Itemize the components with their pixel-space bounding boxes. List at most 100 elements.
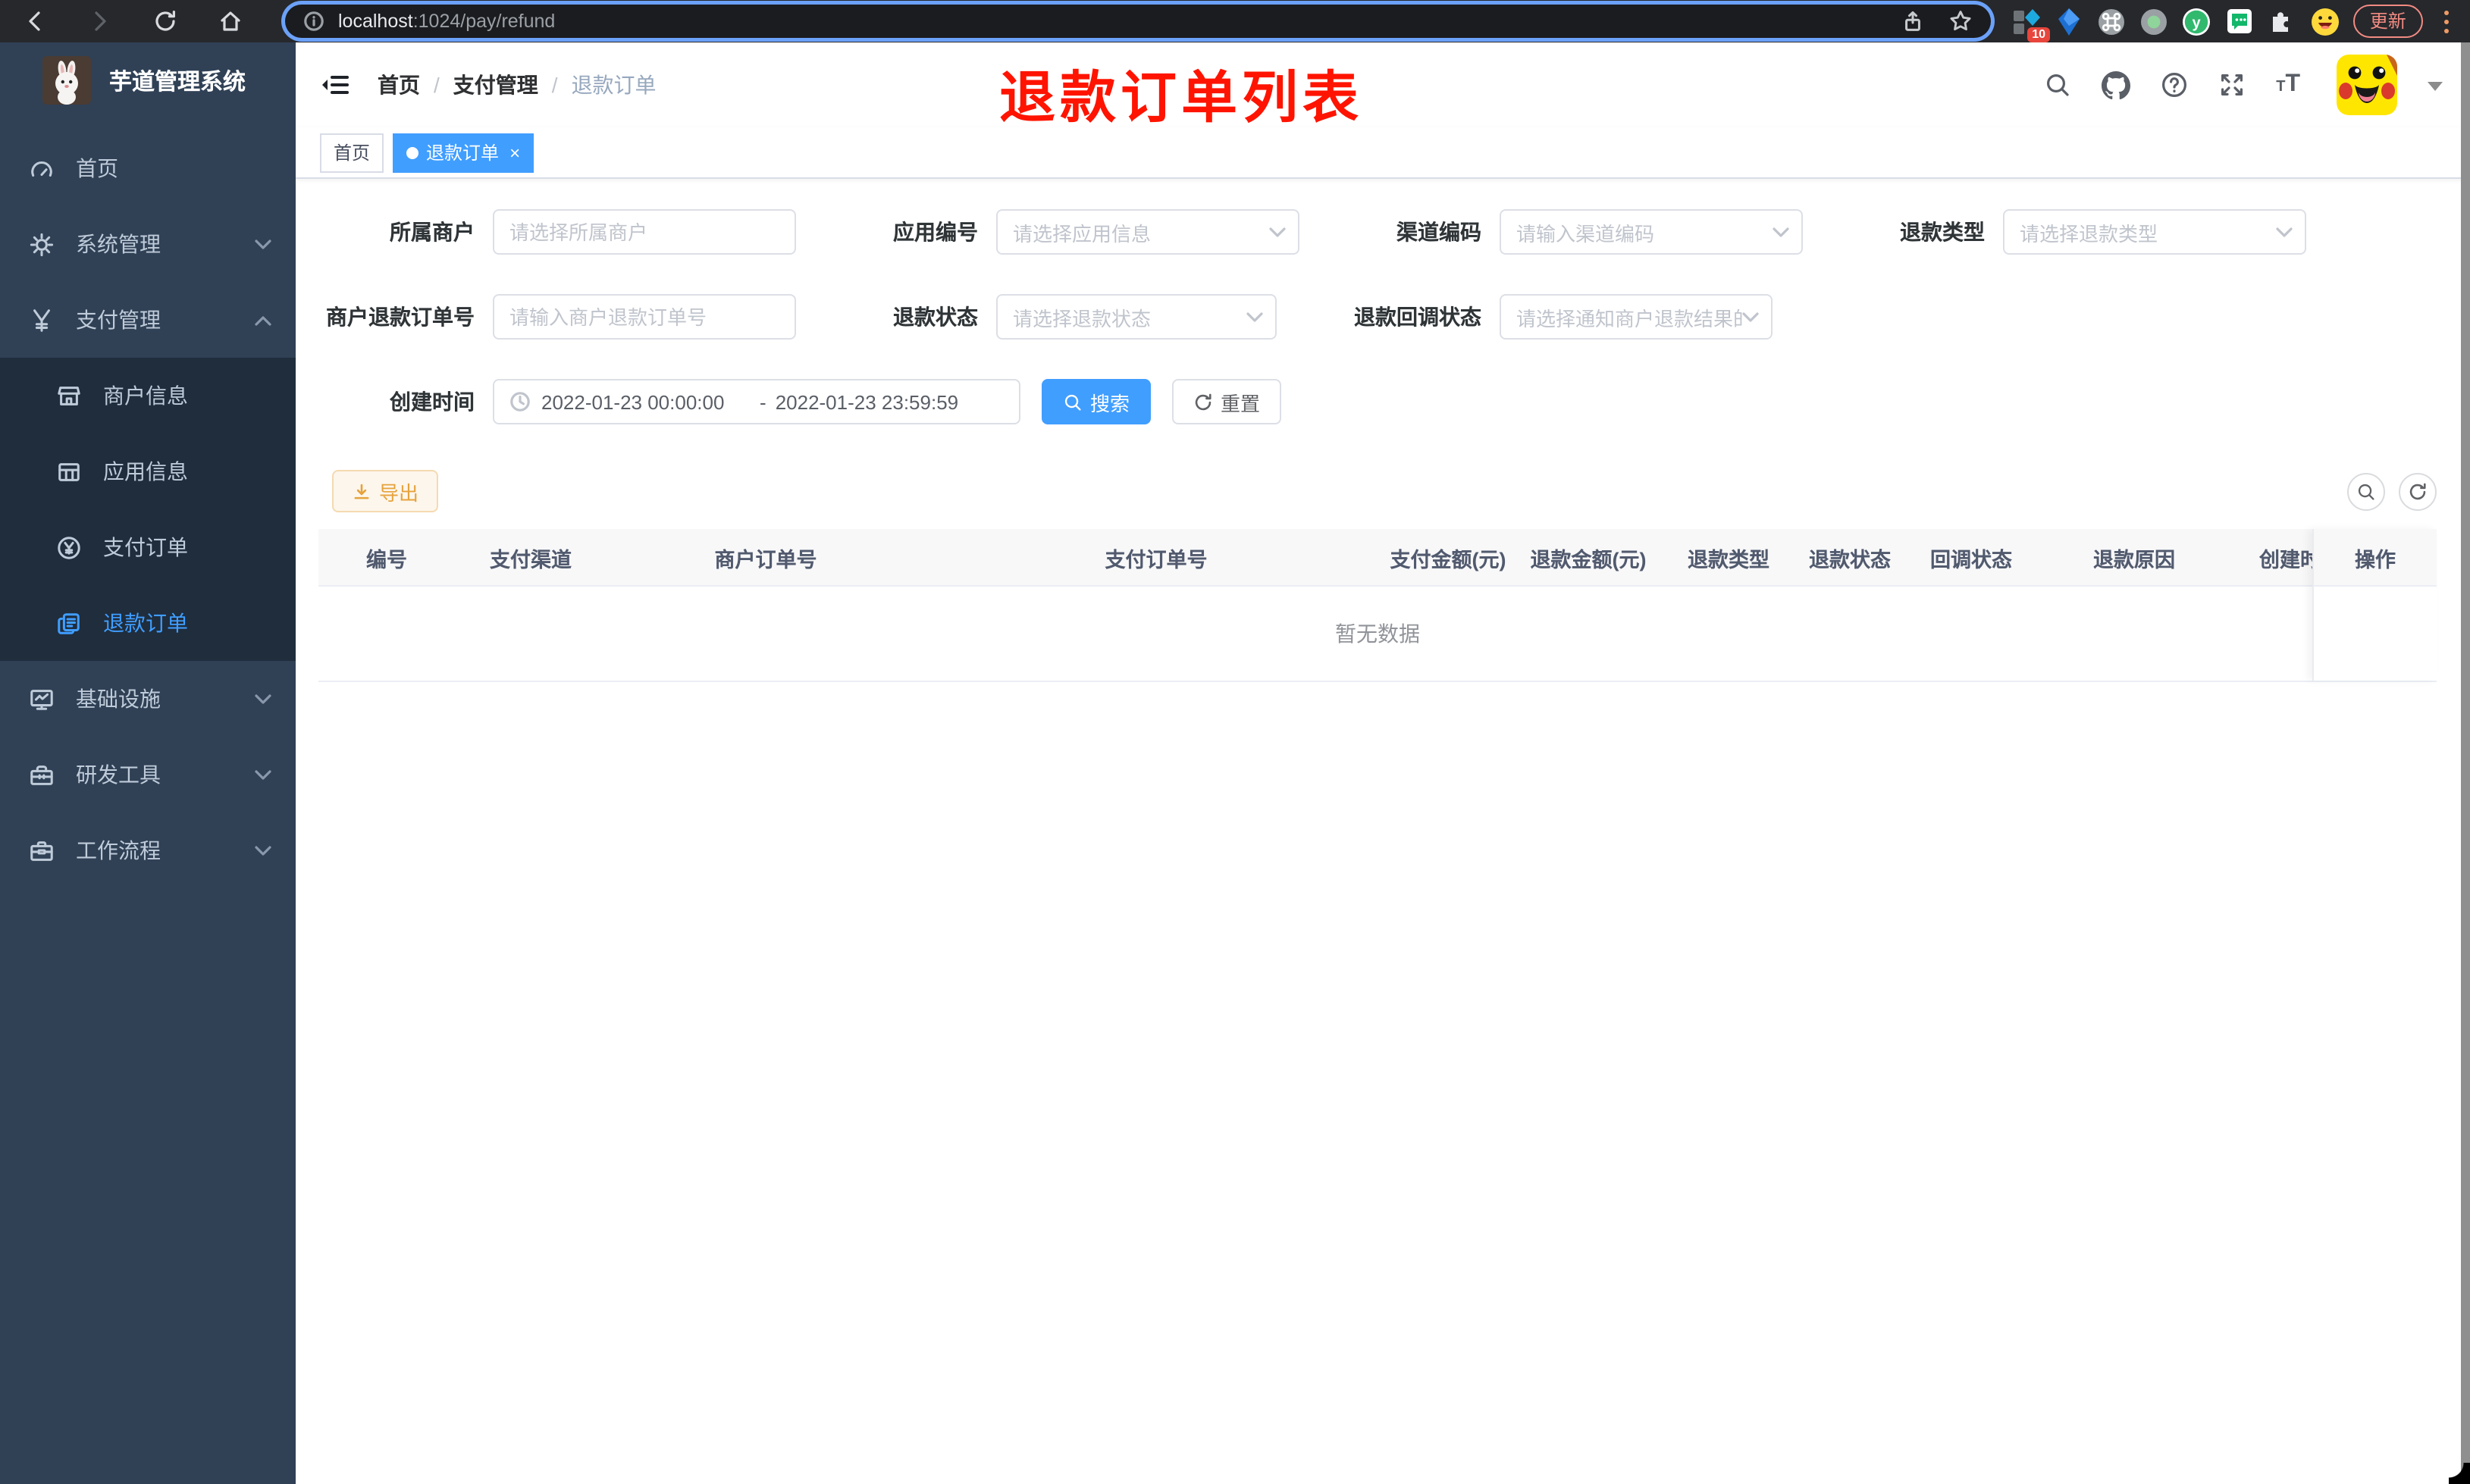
export-button[interactable]: 导出 — [332, 470, 439, 512]
toolbox-icon — [27, 762, 55, 787]
extension-badge: 10 — [2027, 27, 2050, 42]
page-title-annotation: 退款订单列表 — [999, 67, 1363, 129]
sidebar-item-pay[interactable]: 支付管理 — [0, 282, 296, 358]
avatar[interactable] — [2337, 55, 2397, 115]
pay-order-icon — [55, 534, 82, 560]
filter-refund-status: 退款状态 请选择退款状态 — [814, 294, 1318, 340]
select-placeholder: 请选择应用信息 — [1013, 222, 1152, 245]
sidebar-item-infra[interactable]: 基础设施 — [0, 661, 296, 737]
filter-row-2: 商户退款订单号 退款状态 请选择退款状态 退款回调状态 请选择通知商户退款结果的… — [311, 294, 2470, 340]
shop-icon — [55, 383, 82, 409]
chevron-down-icon — [255, 845, 271, 856]
sidebar-item-workflow[interactable]: 工作流程 — [0, 812, 296, 888]
tag-home[interactable]: 首页 — [320, 133, 384, 172]
extension-command-icon[interactable] — [2097, 7, 2126, 36]
extensions-area: 10 y 更新 — [2012, 5, 2455, 42]
sidebar-item-pay-order[interactable]: 支付订单 — [0, 509, 296, 585]
breadcrumb-pay[interactable]: 支付管理 — [453, 70, 538, 100]
merchant-refund-no-input[interactable] — [493, 294, 796, 340]
col-id: 编号 — [366, 548, 407, 571]
merchant-input[interactable] — [493, 209, 796, 255]
sidebar-item-label: 系统管理 — [76, 232, 161, 256]
col-refund-amount: 退款金额(元) — [1530, 548, 1647, 571]
app-id-select[interactable]: 请选择应用信息 — [996, 209, 1299, 255]
browser-update-button[interactable]: 更新 — [2352, 5, 2423, 38]
extension-grid-icon[interactable]: 10 — [2012, 7, 2050, 42]
chevron-down-icon — [255, 769, 271, 780]
breadcrumb-current: 退款订单 — [571, 73, 657, 97]
grid-icon — [55, 459, 82, 484]
reset-button[interactable]: 重置 — [1172, 379, 1282, 424]
header-actions: TT — [2044, 55, 2443, 115]
breadcrumb-separator: / — [551, 73, 558, 97]
toggle-search-button[interactable] — [2347, 472, 2385, 510]
filter-callback-status: 退款回调状态 请选择通知商户退款结果的回调状态 — [1318, 294, 1821, 340]
yuque-letter: y — [2193, 14, 2202, 30]
app-logo-row[interactable]: 芋道管理系统 — [0, 42, 296, 118]
sidebar-item-app-info[interactable]: 应用信息 — [0, 434, 296, 509]
breadcrumb-home[interactable]: 首页 — [378, 70, 420, 100]
col-pay-channel: 支付渠道 — [490, 548, 572, 571]
font-size-icon[interactable]: TT — [2276, 72, 2300, 97]
select-placeholder: 请输入渠道编码 — [1516, 222, 1655, 245]
page-content: 所属商户 应用编号 请选择应用信息 渠道编码 请输入渠道编码 — [296, 179, 2470, 682]
extension-chat-icon[interactable] — [2225, 7, 2254, 36]
reload-icon[interactable] — [152, 8, 179, 35]
github-icon[interactable] — [2102, 70, 2131, 99]
select-placeholder: 请选择退款状态 — [1013, 307, 1152, 330]
filter-merchant-refund-no: 商户退款订单号 — [311, 294, 814, 340]
extension-puzzle-icon[interactable] — [2268, 7, 2296, 36]
close-icon[interactable]: × — [509, 142, 520, 163]
channel-code-select[interactable]: 请输入渠道编码 — [1500, 209, 1803, 255]
dashboard-icon — [27, 155, 55, 181]
site-info-icon[interactable] — [303, 11, 324, 32]
filter-row-1: 所属商户 应用编号 请选择应用信息 渠道编码 请输入渠道编码 — [311, 209, 2470, 255]
window-scrollbar[interactable] — [2461, 42, 2470, 1484]
fullscreen-icon[interactable] — [2218, 71, 2246, 99]
help-icon[interactable] — [2161, 71, 2188, 99]
col-callback-status: 回调状态 — [1930, 548, 2012, 571]
forward-icon[interactable] — [86, 8, 114, 35]
sidebar-item-devtools[interactable]: 研发工具 — [0, 737, 296, 812]
browser-menu-icon[interactable] — [2443, 10, 2449, 33]
search-button-label: 搜索 — [1090, 392, 1130, 415]
col-pay-order-no: 支付订单号 — [1105, 548, 1208, 571]
search-button[interactable]: 搜索 — [1042, 379, 1152, 424]
date-range-input[interactable]: 2022-01-23 00:00:00 - 2022-01-23 23:59:5… — [493, 379, 1020, 424]
refund-type-select[interactable]: 请选择退款类型 — [2003, 209, 2306, 255]
sidebar-item-label: 研发工具 — [76, 762, 161, 787]
col-refund-status: 退款状态 — [1809, 548, 1891, 571]
table-empty-block: 暂无数据 — [318, 587, 2437, 681]
refresh-button[interactable] — [2399, 472, 2437, 510]
url-bar[interactable]: localhost:1024/pay/refund — [285, 5, 1991, 38]
filter-app-id: 应用编号 请选择应用信息 — [814, 209, 1318, 255]
sidebar-item-refund-order[interactable]: 退款订单 — [0, 585, 296, 661]
extension-yuque-icon[interactable]: y — [2183, 7, 2211, 36]
avatar-caret-icon[interactable] — [2428, 81, 2443, 98]
empty-text: 暂无数据 — [1335, 621, 1420, 646]
chevron-down-icon — [1269, 227, 1286, 237]
extension-emoji-icon[interactable] — [2311, 7, 2340, 36]
bookmark-star-icon[interactable] — [1948, 9, 1973, 33]
home-icon[interactable] — [217, 8, 244, 35]
share-icon[interactable] — [1901, 10, 1924, 33]
select-placeholder: 请选择通知商户退款结果的回调状态 — [1516, 307, 1742, 330]
monitor-icon — [27, 686, 55, 712]
col-action: 操作 — [2314, 529, 2437, 587]
select-placeholder: 请选择退款类型 — [2020, 222, 2158, 245]
table-toolbar: 导出 — [311, 470, 2470, 512]
back-icon[interactable] — [21, 8, 49, 35]
tag-refund-order[interactable]: 退款订单 × — [393, 133, 534, 172]
sidebar-item-home[interactable]: 首页 — [0, 130, 296, 206]
gear-icon — [27, 231, 55, 257]
col-refund-reason: 退款原因 — [2093, 548, 2175, 571]
active-dot — [406, 146, 419, 158]
extension-record-icon[interactable] — [2140, 7, 2169, 36]
callback-status-select[interactable]: 请选择通知商户退款结果的回调状态 — [1500, 294, 1773, 340]
sidebar-item-merchant-info[interactable]: 商户信息 — [0, 358, 296, 434]
refund-status-select[interactable]: 请选择退款状态 — [996, 294, 1277, 340]
sidebar-item-system[interactable]: 系统管理 — [0, 206, 296, 282]
extension-kite-icon[interactable] — [2055, 7, 2083, 36]
search-icon[interactable] — [2044, 71, 2071, 99]
sidebar-toggle-icon[interactable] — [320, 70, 350, 100]
